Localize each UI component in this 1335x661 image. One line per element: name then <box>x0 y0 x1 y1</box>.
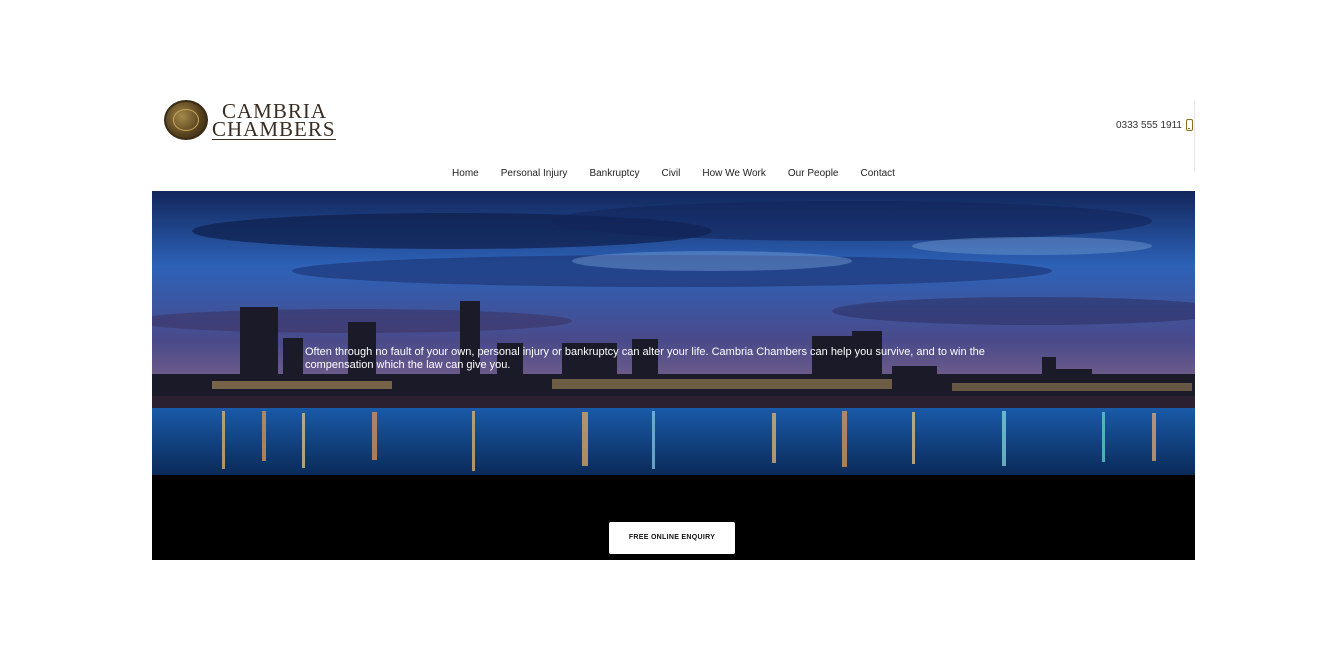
main-nav: Home Personal Injury Bankruptcy Civil How We… <box>152 168 1195 179</box>
nav-our-people[interactable]: Our People <box>788 168 839 179</box>
city-skyline-image <box>152 191 1195 475</box>
divider <box>1194 101 1195 171</box>
nav-personal-injury[interactable]: Personal Injury <box>501 168 568 179</box>
phone-number[interactable]: 0333 555 1911 <box>1116 120 1182 131</box>
free-online-enquiry-button[interactable]: FREE ONLINE ENQUIRY <box>609 522 735 554</box>
nav-civil[interactable]: Civil <box>661 168 680 179</box>
nav-how-we-work[interactable]: How We Work <box>702 168 766 179</box>
crest-icon <box>164 100 208 140</box>
mobile-phone-icon <box>1186 119 1193 131</box>
nav-bankruptcy[interactable]: Bankruptcy <box>589 168 639 179</box>
hero-banner: Often through no fault of your own, pers… <box>152 191 1195 475</box>
nav-contact[interactable]: Contact <box>860 168 894 179</box>
logo-text: CAMBRIA CHAMBERS <box>212 101 336 141</box>
hero-tagline: Often through no fault of your own, pers… <box>305 346 985 371</box>
logo[interactable]: CAMBRIA CHAMBERS <box>164 100 344 145</box>
nav-home[interactable]: Home <box>452 168 479 179</box>
logo-line-2: CHAMBERS <box>212 117 336 141</box>
site-container: CAMBRIA CHAMBERS 0333 555 1911 Home Perso… <box>152 95 1195 560</box>
phone-contact[interactable]: 0333 555 1911 <box>1116 119 1193 131</box>
